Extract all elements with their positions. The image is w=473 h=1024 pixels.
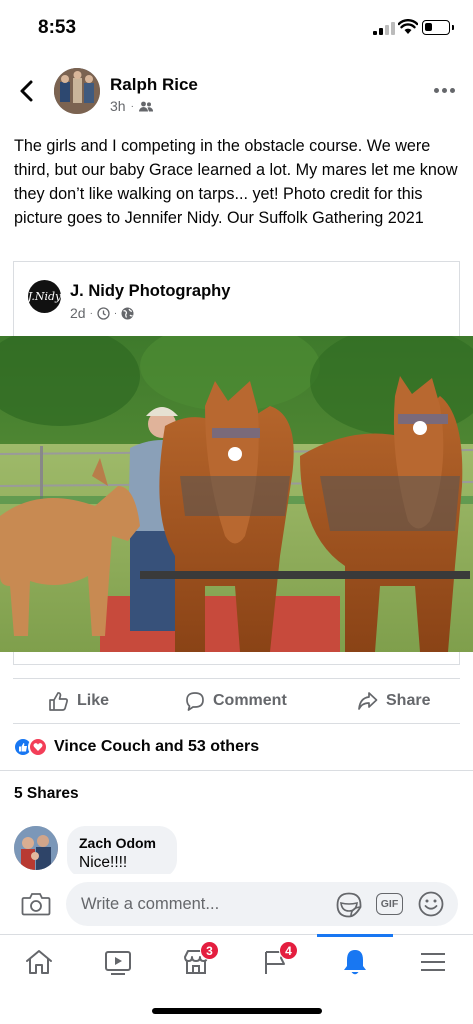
- reactions-summary[interactable]: Vince Couch and 53 others: [13, 736, 259, 758]
- author-name[interactable]: Ralph Rice: [110, 75, 198, 95]
- post-meta: 3h ·: [110, 98, 153, 114]
- comment-author[interactable]: Zach Odom: [79, 835, 165, 851]
- pages-badge: 4: [279, 941, 298, 960]
- gif-button[interactable]: GIF: [376, 893, 403, 915]
- comment-composer: GIF: [0, 874, 473, 934]
- tab-pages[interactable]: 4: [245, 935, 305, 989]
- sticker-icon[interactable]: [336, 892, 362, 918]
- post-actions: Like Comment Share: [13, 678, 460, 724]
- wifi-icon: [398, 19, 418, 34]
- comment-button[interactable]: Comment: [185, 679, 287, 723]
- shared-post-time: 2d: [70, 305, 86, 321]
- tab-home[interactable]: [9, 935, 69, 989]
- like-button[interactable]: Like: [48, 679, 109, 723]
- share-button[interactable]: Share: [357, 679, 430, 723]
- cellular-signal-icon: [373, 22, 395, 35]
- post-text: The girls and I competing in the obstacl…: [14, 137, 458, 227]
- video-icon: [105, 951, 131, 975]
- love-reaction-icon: [28, 737, 48, 757]
- post-header: Ralph Rice 3h ·: [0, 66, 473, 116]
- shared-post-meta: 2d · ·: [70, 305, 134, 321]
- emoji-icon[interactable]: [418, 891, 444, 917]
- author-avatar[interactable]: [54, 68, 100, 114]
- menu-icon: [421, 953, 445, 971]
- bottom-tab-bar: 3 4: [0, 934, 473, 990]
- home-indicator[interactable]: [152, 1008, 322, 1014]
- tab-notifications[interactable]: [317, 934, 393, 989]
- back-button[interactable]: [16, 78, 38, 104]
- bell-icon: [344, 950, 366, 975]
- camera-icon[interactable]: [21, 891, 51, 917]
- post-photo[interactable]: [0, 336, 473, 652]
- divider: [0, 770, 473, 771]
- post-time: 3h: [110, 98, 126, 114]
- status-time: 8:53: [38, 17, 77, 38]
- globe-icon: [121, 307, 134, 319]
- comment-bubble[interactable]: Zach Odom Nice!!!!: [67, 826, 177, 878]
- comment-icon: [186, 692, 204, 711]
- battery-level: [425, 23, 432, 31]
- comment-text: Nice!!!!: [79, 854, 128, 871]
- status-bar: 8:53: [0, 0, 473, 56]
- home-icon: [26, 950, 52, 974]
- reactions-text: Vince Couch and 53 others: [54, 738, 260, 755]
- shares-count[interactable]: 5 Shares: [14, 785, 79, 803]
- marketplace-badge: 3: [200, 941, 219, 960]
- clock-icon: [97, 306, 110, 320]
- tab-marketplace[interactable]: 3: [166, 935, 226, 989]
- comment-item: Zach Odom Nice!!!!: [14, 826, 464, 878]
- page-name[interactable]: J. Nidy Photography: [70, 282, 230, 301]
- page-avatar[interactable]: J.Nidy: [28, 280, 61, 313]
- friends-icon: [138, 101, 153, 111]
- comment-label: Comment: [213, 692, 287, 709]
- share-icon: [358, 692, 378, 710]
- tab-menu[interactable]: [403, 935, 463, 989]
- share-label: Share: [386, 692, 431, 709]
- battery-icon: [422, 20, 454, 35]
- like-label: Like: [77, 692, 110, 709]
- commenter-avatar[interactable]: [14, 826, 58, 870]
- tab-watch[interactable]: [88, 935, 148, 989]
- more-options-icon[interactable]: [434, 88, 455, 93]
- like-icon: [49, 691, 68, 711]
